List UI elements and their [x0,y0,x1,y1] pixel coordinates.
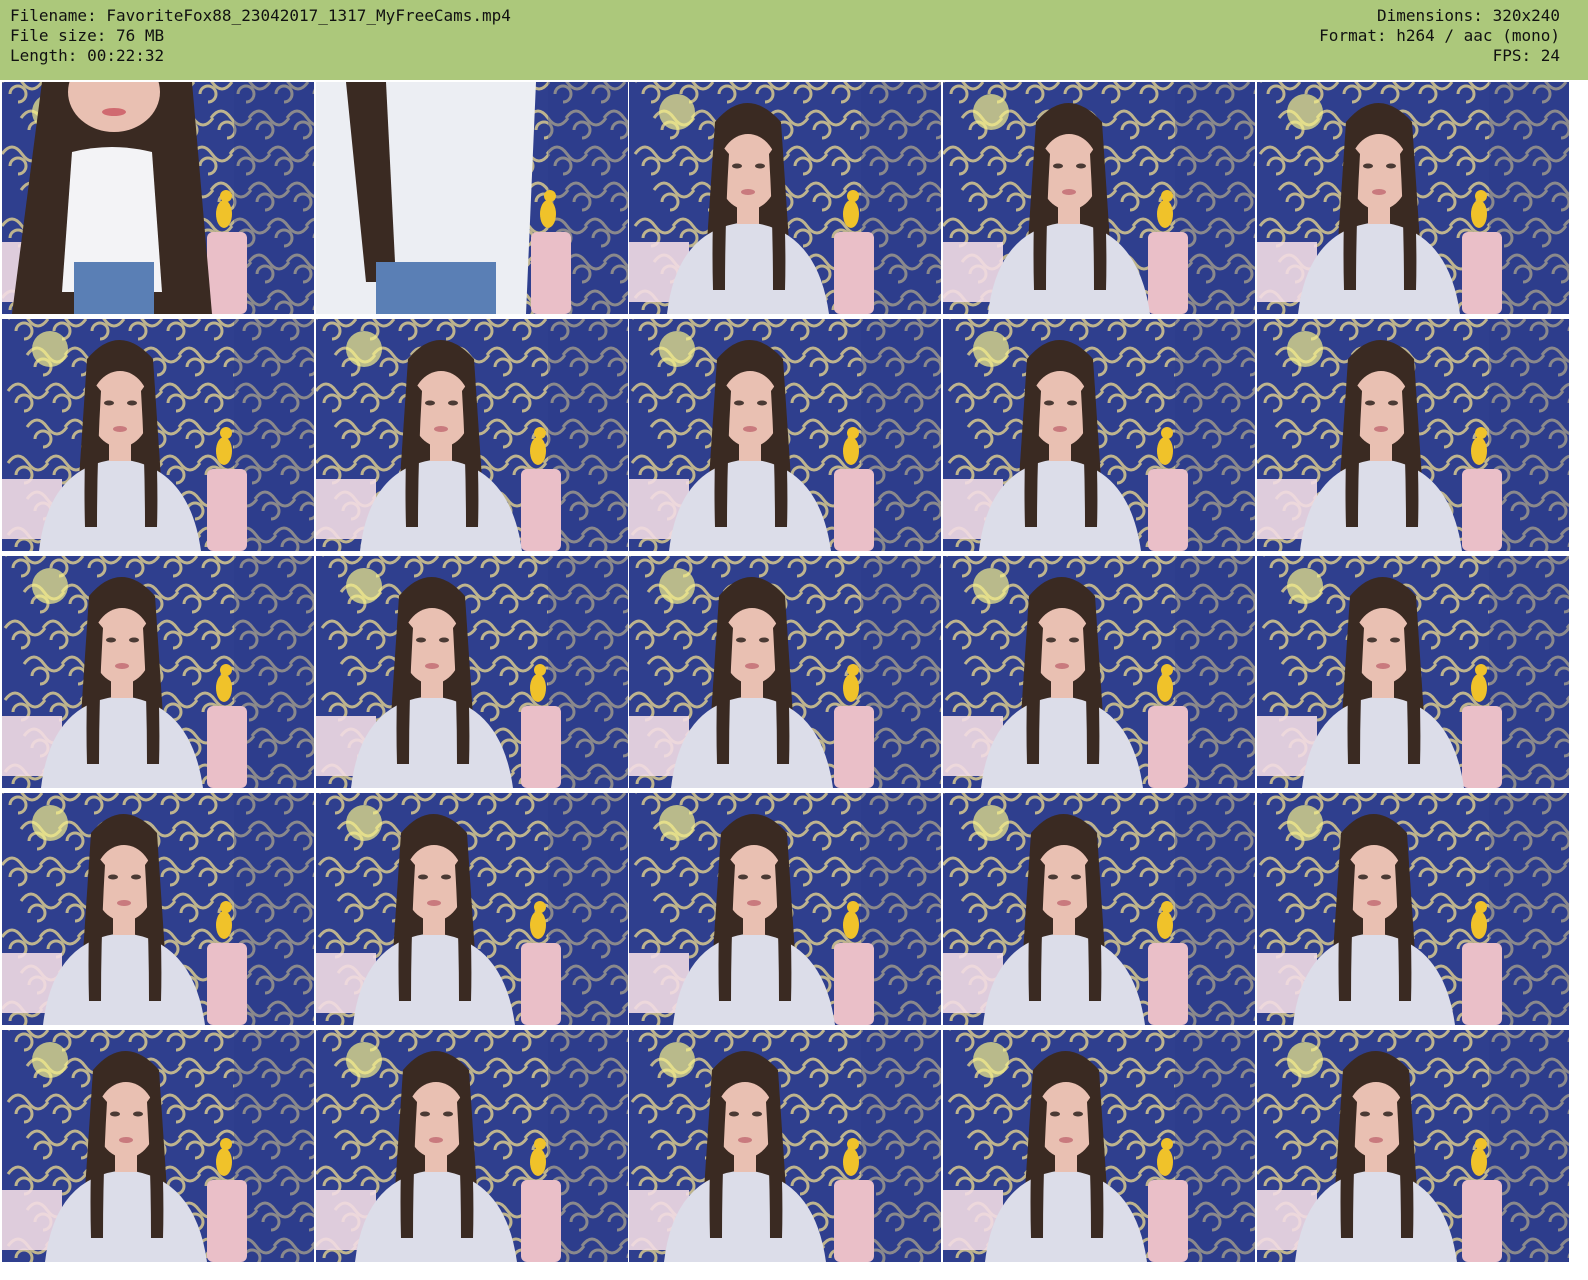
thumbnail-frame-image [943,1030,1255,1262]
video-thumbnail [1257,556,1569,788]
thumbnail-frame-image [943,82,1255,314]
video-thumbnail [629,319,941,551]
thumbnail-frame-image [2,82,314,314]
thumbnail-frame-image [1257,319,1569,551]
thumbnail-frame-image [2,319,314,551]
format-label: Format: h264 / aac (mono) [1319,26,1560,45]
video-info-header: Filename: FavoriteFox88_23042017_1317_My… [0,0,1588,80]
thumbnail-frame-image [1257,556,1569,788]
fps-label: FPS: 24 [1492,46,1560,65]
contact-sheet: Filename: FavoriteFox88_23042017_1317_My… [0,0,1588,1280]
thumbnail-frame-image [629,556,941,788]
video-thumbnail [943,82,1255,314]
video-thumbnail [316,82,628,314]
thumbnail-frame-image [2,556,314,788]
video-thumbnail [943,793,1255,1025]
thumbnail-frame-image [629,82,941,314]
video-thumbnail [943,1030,1255,1262]
video-thumbnail [629,556,941,788]
filename-label: Filename: FavoriteFox88_23042017_1317_My… [10,6,511,25]
video-thumbnail [2,793,314,1025]
thumbnail-frame-image [943,793,1255,1025]
video-thumbnail [2,1030,314,1262]
thumbnail-frame-image [1257,82,1569,314]
video-thumbnail [629,82,941,314]
thumbnail-frame-image [943,556,1255,788]
video-thumbnail [1257,793,1569,1025]
thumbnail-grid [0,80,1588,1280]
thumbnail-frame-image [1257,793,1569,1025]
video-thumbnail [1257,1030,1569,1262]
video-thumbnail [2,556,314,788]
thumbnail-frame-image [2,1030,314,1262]
video-info-right: Dimensions: 320x240 Format: h264 / aac (… [1319,6,1560,66]
file-size-label: File size: 76 MB [10,26,165,45]
video-thumbnail [1257,319,1569,551]
video-thumbnail [2,82,314,314]
thumbnail-frame-image [2,793,314,1025]
video-thumbnail [316,319,628,551]
video-thumbnail [629,793,941,1025]
video-info-left: Filename: FavoriteFox88_23042017_1317_My… [10,6,511,66]
thumbnail-frame-image [629,793,941,1025]
video-thumbnail [316,793,628,1025]
length-label: Length: 00:22:32 [10,46,165,65]
thumbnail-frame-image [316,319,628,551]
video-thumbnail [316,556,628,788]
video-thumbnail [943,319,1255,551]
thumbnail-frame-image [1257,1030,1569,1262]
video-thumbnail [943,556,1255,788]
thumbnail-frame-image [316,1030,628,1262]
video-thumbnail [2,319,314,551]
dimensions-label: Dimensions: 320x240 [1376,6,1560,25]
thumbnail-frame-image [316,793,628,1025]
thumbnail-frame-image [629,1030,941,1262]
video-thumbnail [1257,82,1569,314]
video-thumbnail [316,1030,628,1262]
video-thumbnail [629,1030,941,1262]
thumbnail-frame-image [943,319,1255,551]
thumbnail-frame-image [316,82,628,314]
thumbnail-frame-image [316,556,628,788]
thumbnail-frame-image [629,319,941,551]
